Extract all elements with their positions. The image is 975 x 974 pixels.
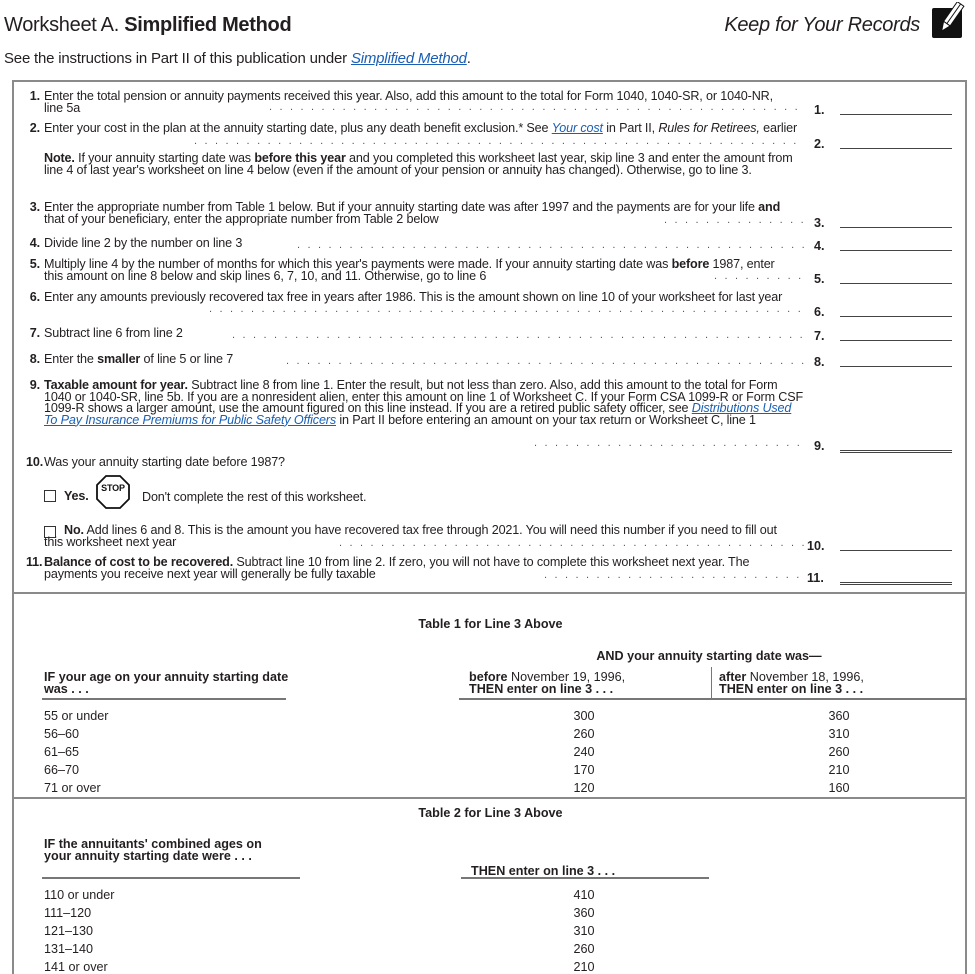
age-range-cell: 66–70	[44, 763, 80, 777]
age-range-cell: 55 or under	[44, 709, 109, 723]
answer-field-7[interactable]: 7.	[814, 329, 952, 343]
leader-dots: . . . . . . . . . . . . . . . . . . . . …	[664, 214, 804, 226]
table-1-header-rule	[42, 698, 286, 700]
table-2-col-ages-header: IF the annuitants' combined ages on your…	[44, 837, 262, 863]
leader-dots: . . . . . . . . . . . . . . . . . . . . …	[269, 101, 804, 113]
note-text: Note. If your annuity starting date was …	[44, 151, 793, 177]
leader-dots: . . . . . . . . . . . . . . . . . . . . …	[544, 569, 804, 581]
line-10-yes-option: Yes. STOP Don't complete the rest of thi…	[44, 475, 824, 509]
leader-dots: . . . . . . . . . . . . . .	[714, 270, 804, 282]
before-1996-value-cell: 170	[573, 763, 595, 777]
answer-field-8[interactable]: 8.	[814, 355, 952, 369]
leader-dots: . . . . . . . . . . . . . . . . . . . . …	[534, 437, 804, 449]
pencil-icon	[932, 2, 965, 38]
before-1996-value-cell: 240	[573, 745, 595, 759]
worksheet-title: Worksheet A. Simplified Method	[4, 14, 292, 36]
age-range-cell: 56–60	[44, 727, 80, 741]
answer-field-1[interactable]: 1.	[814, 103, 952, 117]
leader-dots: . . . . . . . . . . . . . . . . . . . . …	[339, 537, 804, 549]
section-divider	[14, 592, 967, 594]
after-1996-value-cell: 360	[828, 709, 850, 723]
leader-dots: . . . . . . . . . . . . . . . . . . . . …	[232, 329, 804, 341]
table-1-group-header: AND your annuity starting date was—	[596, 649, 822, 663]
table-1-header-rule	[459, 698, 967, 700]
answer-field-6[interactable]: 6.	[814, 305, 952, 319]
table-2-header-rule	[42, 877, 300, 879]
combined-ages-cell: 141 or over	[44, 960, 108, 974]
line-3-value-cell: 260	[573, 942, 595, 956]
worksheet-line-9: 9. Taxable amount for year. Subtract lin…	[29, 378, 804, 427]
line-3-value-cell: 310	[573, 924, 595, 938]
table-2-caption: Table 2 for Line 3 Above	[418, 806, 563, 820]
table-1-column-divider	[711, 667, 712, 699]
after-1996-value-cell: 260	[828, 745, 850, 759]
worksheet-frame: 1. Enter the total pension or annuity pa…	[12, 80, 967, 974]
svg-text:STOP: STOP	[101, 483, 125, 493]
combined-ages-cell: 110 or under	[44, 888, 115, 902]
answer-field-9[interactable]: 9.	[814, 439, 952, 453]
simplified-method-link[interactable]: Simplified Method	[351, 50, 467, 67]
table-2-col-value-header: THEN enter on line 3 . . .	[471, 864, 616, 878]
age-range-cell: 61–65	[44, 745, 80, 759]
answer-field-4[interactable]: 4.	[814, 239, 952, 253]
leader-dots: . . . . . . . . . . . . . . . . . . . . …	[286, 355, 804, 367]
leader-dots: . . . . . . . . . . . . . . . . . . . . …	[297, 239, 804, 251]
table-1-col-after-header: after November 18, 1996, THEN enter on li…	[719, 670, 864, 696]
section-divider	[14, 797, 967, 799]
worksheet-header: Worksheet A. Simplified Method Keep for …	[4, 2, 970, 44]
answer-field-3[interactable]: 3.	[814, 216, 952, 230]
stop-sign-icon: STOP	[96, 475, 130, 509]
yes-checkbox[interactable]	[44, 490, 56, 502]
line-3-value-cell: 360	[573, 906, 595, 920]
after-1996-value-cell: 310	[828, 727, 850, 741]
line-3-value-cell: 210	[573, 960, 595, 974]
worksheet-line-10: 10. Was your annuity starting date befor…	[26, 455, 285, 469]
answer-field-10[interactable]: 10.	[807, 539, 952, 553]
table-1-col-age-header: IF your age on your annuity starting dat…	[44, 670, 289, 696]
keep-for-records-label: Keep for Your Records	[724, 14, 920, 36]
answer-field-2[interactable]: 2.	[814, 137, 952, 151]
leader-dots: . . . . . . . . . . . . . . . . . . . . …	[194, 135, 804, 147]
leader-dots: . . . . . . . . . . . . . . . . . . . . …	[209, 303, 804, 315]
after-1996-value-cell: 210	[828, 763, 850, 777]
line-3-value-cell: 410	[573, 888, 595, 902]
your-cost-link[interactable]: Your cost	[552, 121, 603, 135]
combined-ages-cell: 121–130	[44, 924, 94, 938]
instructions-text: See the instructions in Part II of this …	[4, 50, 471, 67]
answer-field-5[interactable]: 5.	[814, 272, 952, 286]
worksheet-line-5: 5. Multiply line 4 by the number of mont…	[29, 257, 775, 283]
table-1-col-before-header: before November 19, 1996, THEN enter on l…	[469, 670, 626, 696]
table-2-header-rule	[461, 877, 709, 879]
after-1996-value-cell: 160	[828, 781, 850, 795]
before-1996-value-cell: 260	[573, 727, 595, 741]
answer-field-11[interactable]: 11.	[807, 571, 952, 585]
before-1996-value-cell: 120	[573, 781, 595, 795]
combined-ages-cell: 131–140	[44, 942, 94, 956]
before-1996-value-cell: 300	[573, 709, 595, 723]
age-range-cell: 71 or over	[44, 781, 101, 795]
combined-ages-cell: 111–120	[44, 906, 92, 920]
table-1-caption: Table 1 for Line 3 Above	[418, 617, 563, 631]
